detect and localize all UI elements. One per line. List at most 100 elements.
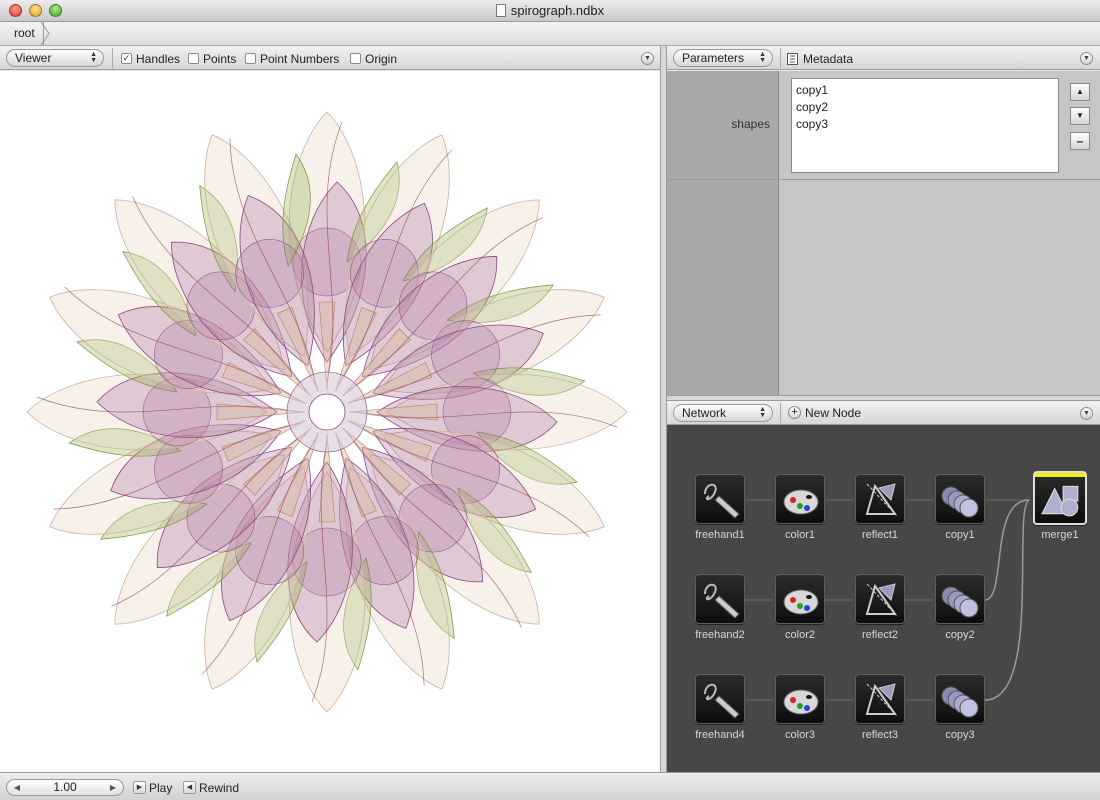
param-label-column: shapes xyxy=(667,71,779,395)
node-label: copy1 xyxy=(945,529,975,541)
reflect-icon xyxy=(865,683,898,717)
node-label: freehand4 xyxy=(695,729,745,741)
rendered-node-indicator xyxy=(1035,473,1085,477)
play-icon: ▶ xyxy=(133,781,146,794)
frame-value[interactable]: 1.00 xyxy=(53,780,76,794)
palette-icon xyxy=(783,489,819,515)
color-node[interactable] xyxy=(775,574,825,624)
network-options-menu-icon[interactable]: ▼ xyxy=(1080,407,1093,420)
title-bar: spirograph.ndbx xyxy=(0,0,1100,22)
node-label: color2 xyxy=(785,629,815,641)
frame-stepper[interactable]: ◀ 1.00 ▶ xyxy=(6,779,124,796)
copy-stack-icon xyxy=(941,486,979,518)
playback-bar: ◀ 1.00 ▶ ▶ Play ◀ Rewind xyxy=(0,772,1100,800)
move-up-button[interactable]: ▲ xyxy=(1070,83,1090,101)
merge-node[interactable] xyxy=(1033,471,1087,525)
vertical-splitter[interactable] xyxy=(660,46,667,772)
freehand-node[interactable] xyxy=(695,674,745,724)
reflect-icon xyxy=(865,583,898,617)
rewind-icon: ◀ xyxy=(183,781,196,794)
play-button[interactable]: ▶ Play xyxy=(133,781,172,795)
copy-node[interactable] xyxy=(935,574,985,624)
reflect-node[interactable] xyxy=(855,474,905,524)
copy-stack-icon xyxy=(941,686,979,718)
popup-arrows-icon: ▲ ▼ xyxy=(90,51,97,64)
metadata-icon xyxy=(787,53,798,65)
metadata-button[interactable]: Metadata xyxy=(787,52,853,66)
new-node-button[interactable]: + New Node xyxy=(788,406,861,420)
node-label: merge1 xyxy=(1041,529,1079,541)
new-node-label: New Node xyxy=(805,406,862,420)
origin-label: Origin xyxy=(365,52,398,66)
divider xyxy=(780,48,781,68)
palette-icon xyxy=(783,589,819,615)
network-header: Network ▲ ▼ + New Node ▼ xyxy=(667,401,1100,425)
node-label: copy2 xyxy=(945,629,975,641)
divider xyxy=(780,403,781,423)
viewer-header: Viewer ▲ ▼ ✓ Handles Points Point Numbers … xyxy=(0,46,660,70)
points-label: Points xyxy=(203,52,237,66)
node-label: freehand1 xyxy=(695,529,745,541)
node-label: reflect1 xyxy=(861,529,899,541)
pen-icon xyxy=(704,583,740,619)
handles-checkbox[interactable]: ✓ Handles xyxy=(121,53,180,65)
network-pane-label: Network xyxy=(682,406,727,420)
reflect-node[interactable] xyxy=(855,674,905,724)
color-node[interactable] xyxy=(775,674,825,724)
node-label: reflect3 xyxy=(861,729,899,741)
breadcrumb-root[interactable]: root xyxy=(0,22,44,45)
divider xyxy=(667,179,1100,180)
shapes-param-label: shapes xyxy=(731,117,770,131)
rewind-button[interactable]: ◀ Rewind xyxy=(183,781,239,795)
viewer-pane-select[interactable]: Viewer ▲ ▼ xyxy=(6,49,104,67)
network-pane-select[interactable]: Network ▲ ▼ xyxy=(673,404,773,422)
parameters-header: Parameters ▲ ▼ Metadata ▼ xyxy=(667,46,1100,70)
pen-icon xyxy=(704,683,740,719)
remove-item-button[interactable]: – xyxy=(1070,132,1090,150)
color-node[interactable] xyxy=(775,474,825,524)
list-item[interactable]: copy1 xyxy=(796,82,1054,99)
divider xyxy=(112,48,113,68)
viewer-pane-label: Viewer xyxy=(15,51,52,65)
checkbox-empty-icon xyxy=(245,53,256,64)
popup-arrows-icon: ▲ ▼ xyxy=(759,406,766,419)
node-label: copy3 xyxy=(945,729,975,741)
list-item[interactable]: copy3 xyxy=(796,116,1054,133)
viewer-canvas[interactable] xyxy=(0,71,660,772)
document-icon xyxy=(495,4,506,17)
step-back-icon[interactable]: ◀ xyxy=(9,780,25,795)
freehand-node[interactable] xyxy=(695,574,745,624)
window-title-container: spirograph.ndbx xyxy=(0,3,1100,18)
checkbox-empty-icon xyxy=(188,53,199,64)
point-numbers-label: Point Numbers xyxy=(260,52,340,66)
point-numbers-checkbox[interactable]: Point Numbers xyxy=(245,53,339,65)
copy-node[interactable] xyxy=(935,674,985,724)
breadcrumb: root xyxy=(0,22,1100,46)
copy-node[interactable] xyxy=(935,474,985,524)
play-label: Play xyxy=(149,781,173,795)
viewer-options-menu-icon[interactable]: ▼ xyxy=(641,52,654,65)
parameters-pane-select[interactable]: Parameters ▲ ▼ xyxy=(673,49,773,67)
node-label: freehand2 xyxy=(695,629,745,641)
parameters-options-menu-icon[interactable]: ▼ xyxy=(1080,52,1093,65)
spirograph-drawing xyxy=(26,111,628,713)
handles-label: Handles xyxy=(136,52,181,66)
merge-shapes-icon xyxy=(1041,485,1079,517)
parameters-panel: shapes copy1 copy2 copy3 ▲ ▼ – xyxy=(667,71,1100,395)
freehand-node[interactable] xyxy=(695,474,745,524)
origin-checkbox[interactable]: Origin xyxy=(350,53,397,65)
reflect-node[interactable] xyxy=(855,574,905,624)
metadata-label: Metadata xyxy=(803,52,854,66)
shapes-list[interactable]: copy1 copy2 copy3 xyxy=(791,78,1059,173)
move-down-button[interactable]: ▼ xyxy=(1070,107,1090,125)
list-item[interactable]: copy2 xyxy=(796,99,1054,116)
plus-icon: + xyxy=(788,406,801,419)
parameters-pane-label: Parameters xyxy=(682,51,745,65)
rewind-label: Rewind xyxy=(199,781,240,795)
reflect-icon xyxy=(865,483,898,517)
step-forward-icon[interactable]: ▶ xyxy=(105,780,121,795)
node-label: reflect2 xyxy=(861,629,899,641)
breadcrumb-arrow-icon xyxy=(41,22,50,45)
network-canvas[interactable]: freehand1 color1 reflect1 copy1 merge1 f… xyxy=(667,425,1100,772)
points-checkbox[interactable]: Points xyxy=(188,53,236,65)
